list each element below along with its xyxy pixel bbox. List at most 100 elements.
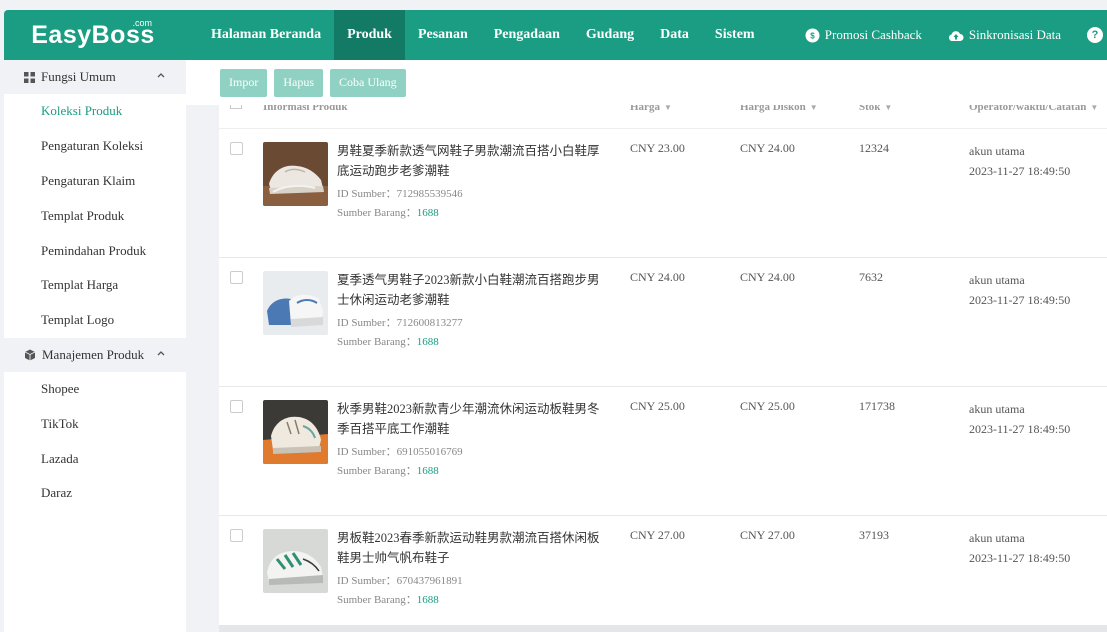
- nav-gudang[interactable]: Gudang: [573, 10, 647, 60]
- nav-pengadaan[interactable]: Pengadaan: [481, 10, 573, 60]
- source-goods-value[interactable]: 1688: [417, 594, 439, 606]
- sidebar-item-pengaturan-klaim[interactable]: Pengaturan Klaim: [4, 164, 186, 199]
- operator-cell: akun utama 2023-11-27 18:49:50: [969, 528, 1070, 568]
- table-row: 男板鞋2023春季新款运动鞋男款潮流百搭休闲板鞋男士帅气帆布鞋子 ID Sumb…: [219, 516, 1107, 632]
- table-row: 秋季男鞋2023新款青少年潮流休闲运动板鞋男冬季百搭平底工作潮鞋 ID Sumb…: [219, 387, 1107, 516]
- operator-name: akun utama: [969, 531, 1025, 545]
- coba-ulang-button[interactable]: Coba Ulang: [330, 68, 406, 97]
- logo[interactable]: EasyBoss .com: [4, 10, 182, 60]
- discount-cell: CNY 27.00: [740, 528, 795, 542]
- source-id: ID Sumber：670437961891: [337, 572, 463, 588]
- price-cell: CNY 24.00: [630, 270, 685, 284]
- hapus-button[interactable]: Hapus: [274, 68, 323, 97]
- sidebar-item-pengaturan-koleksi[interactable]: Pengaturan Koleksi: [4, 129, 186, 164]
- product-thumbnail[interactable]: [263, 142, 328, 206]
- sidebar-group-manajemen-produk[interactable]: Manajemen Produk: [4, 337, 186, 372]
- top-navbar: EasyBoss .com Halaman Beranda Produk Pes…: [4, 10, 1107, 60]
- product-title[interactable]: 夏季透气男鞋子2023新款小白鞋潮流百搭跑步男士休闲运动老爹潮鞋: [337, 270, 607, 310]
- header-harga-label: Harga: [630, 105, 660, 113]
- source-id-label: ID Sumber：: [337, 575, 397, 587]
- promo-label: Promosi Cashback: [824, 27, 922, 42]
- sort-icon: ▼: [809, 105, 818, 112]
- sidebar-group-fungsi-umum[interactable]: Fungsi Umum: [4, 60, 186, 94]
- nav-data[interactable]: Data: [647, 10, 702, 60]
- impor-button[interactable]: Impor: [220, 68, 268, 97]
- source-goods-value[interactable]: 1688: [417, 465, 439, 477]
- sort-icon: ▼: [663, 105, 672, 112]
- sidebar-item-lazada[interactable]: Lazada: [4, 441, 186, 476]
- source-id-value: 712985539546: [396, 188, 463, 200]
- product-thumbnail[interactable]: [263, 400, 328, 464]
- sidebar-item-templat-harga[interactable]: Templat Harga: [4, 268, 186, 303]
- operator-cell: akun utama 2023-11-27 18:49:50: [969, 270, 1070, 310]
- sidebar-item-tiktok[interactable]: TikTok: [4, 406, 186, 441]
- sync-data-link[interactable]: Sinkronisasi Data: [948, 27, 1061, 43]
- row-checkbox[interactable]: [230, 271, 243, 284]
- cashback-icon: $: [805, 28, 820, 42]
- source-id-label: ID Sumber：: [337, 446, 397, 458]
- product-title[interactable]: 男鞋夏季新款透气网鞋子男款潮流百搭小白鞋厚底运动跑步老爹潮鞋: [337, 141, 607, 181]
- source-goods: Sumber Barang：1688: [337, 204, 439, 220]
- source-goods-label: Sumber Barang：: [337, 465, 417, 477]
- source-id-label: ID Sumber：: [337, 317, 397, 329]
- price-cell: CNY 25.00: [630, 399, 685, 413]
- nav-halaman-beranda[interactable]: Halaman Beranda: [198, 10, 334, 60]
- source-id-label: ID Sumber：: [337, 188, 397, 200]
- header-operator-label: Operator/waktu/Catatan: [969, 105, 1087, 113]
- sidebar-item-templat-produk[interactable]: Templat Produk: [4, 198, 186, 233]
- nav-right: $ Promosi Cashback Sinkronisasi Data ?: [805, 10, 1107, 60]
- sort-icon: ▼: [1090, 105, 1099, 112]
- product-table: Informasi Produk Harga ▼ Harga Diskon ▼ St…: [219, 105, 1107, 632]
- header-stok[interactable]: Stok ▼: [859, 105, 892, 113]
- help-icon[interactable]: ?: [1087, 27, 1103, 43]
- source-id: ID Sumber：691055016769: [337, 443, 463, 459]
- sidebar-item-koleksi-produk[interactable]: Koleksi Produk: [4, 94, 186, 129]
- stock-cell: 171738: [859, 399, 895, 413]
- nav-produk[interactable]: Produk: [334, 10, 405, 60]
- source-goods-value[interactable]: 1688: [417, 207, 439, 219]
- row-checkbox[interactable]: [230, 142, 243, 155]
- operator-time: 2023-11-27 18:49:50: [969, 164, 1071, 178]
- horizontal-scrollbar[interactable]: [219, 625, 1107, 632]
- header-stok-label: Stok: [859, 105, 881, 113]
- row-checkbox[interactable]: [230, 400, 243, 413]
- product-thumbnail[interactable]: [263, 529, 328, 593]
- stock-cell: 7632: [859, 270, 883, 284]
- sidebar-item-shopee[interactable]: Shopee: [4, 372, 186, 407]
- action-toolbar: Impor Hapus Coba Ulang: [186, 60, 1107, 105]
- nav-pesanan[interactable]: Pesanan: [405, 10, 481, 60]
- header-diskon[interactable]: Harga Diskon ▼: [740, 105, 818, 113]
- source-goods: Sumber Barang：1688: [337, 333, 439, 349]
- operator-name: akun utama: [969, 273, 1025, 287]
- price-cell: CNY 23.00: [630, 141, 685, 155]
- promo-cashback-link[interactable]: $ Promosi Cashback: [805, 27, 922, 43]
- operator-time: 2023-11-27 18:49:50: [969, 422, 1071, 436]
- chevron-up-icon: [157, 73, 165, 78]
- row-checkbox[interactable]: [230, 529, 243, 542]
- sidebar-item-templat-logo[interactable]: Templat Logo: [4, 303, 186, 338]
- product-thumbnail[interactable]: [263, 271, 328, 335]
- chevron-up-icon: [157, 350, 165, 356]
- product-title[interactable]: 秋季男鞋2023新款青少年潮流休闲运动板鞋男冬季百搭平底工作潮鞋: [337, 399, 607, 439]
- product-title[interactable]: 男板鞋2023春季新款运动鞋男款潮流百搭休闲板鞋男士帅气帆布鞋子: [337, 528, 607, 568]
- nav-sistem[interactable]: Sistem: [702, 10, 768, 60]
- stock-cell: 12324: [859, 141, 889, 155]
- operator-name: akun utama: [969, 144, 1025, 158]
- header-operator[interactable]: Operator/waktu/Catatan ▼: [969, 105, 1098, 113]
- source-id: ID Sumber：712985539546: [337, 185, 463, 201]
- sidebar: Fungsi Umum Koleksi Produk Pengaturan Ko…: [4, 60, 186, 632]
- price-cell: CNY 27.00: [630, 528, 685, 542]
- source-goods-label: Sumber Barang：: [337, 207, 417, 219]
- discount-cell: CNY 24.00: [740, 141, 795, 155]
- operator-cell: akun utama 2023-11-27 18:49:50: [969, 399, 1070, 439]
- header-harga[interactable]: Harga ▼: [630, 105, 672, 113]
- logo-com: .com: [132, 18, 152, 28]
- select-all-checkbox[interactable]: [230, 105, 242, 109]
- source-id-value: 712600813277: [396, 317, 463, 329]
- source-goods-value[interactable]: 1688: [417, 336, 439, 348]
- sidebar-item-daraz[interactable]: Daraz: [4, 476, 186, 511]
- sidebar-item-pemindahan-produk[interactable]: Pemindahan Produk: [4, 233, 186, 268]
- source-goods-label: Sumber Barang：: [337, 336, 417, 348]
- cube-icon: [24, 349, 36, 361]
- main-nav: Halaman Beranda Produk Pesanan Pengadaan…: [198, 10, 768, 60]
